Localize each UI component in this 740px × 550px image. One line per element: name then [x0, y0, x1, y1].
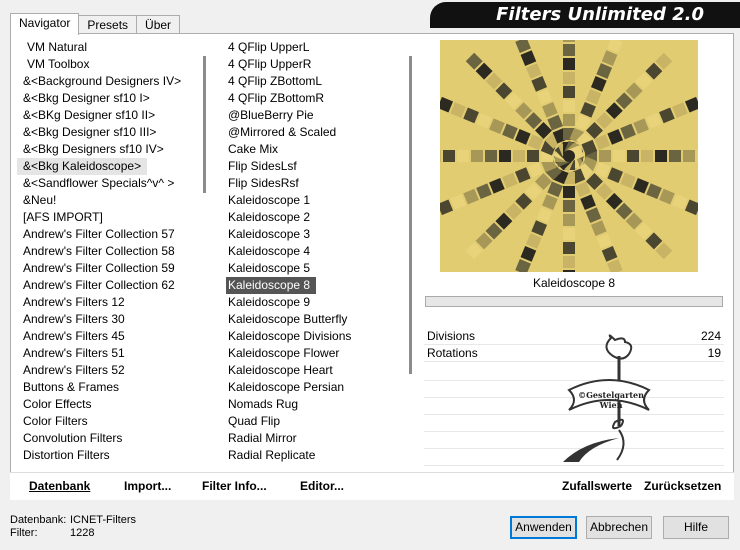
filter-item[interactable]: Flip SidesLsf: [222, 158, 407, 175]
filter-item[interactable]: @Mirrored & Scaled: [222, 124, 407, 141]
filter-item[interactable]: 4 QFlip ZBottomR: [222, 90, 407, 107]
filter-item[interactable]: Kaleidoscope 9: [222, 294, 407, 311]
filter-item[interactable]: Kaleidoscope 3: [222, 226, 407, 243]
category-item[interactable]: &Neu!: [17, 192, 197, 209]
category-item[interactable]: [AFS IMPORT]: [17, 209, 197, 226]
cancel-button[interactable]: Abbrechen: [586, 516, 652, 539]
filter-item[interactable]: Kaleidoscope Heart: [222, 362, 407, 379]
preview-image: [440, 40, 698, 272]
filter-item[interactable]: Kaleidoscope Divisions: [222, 328, 407, 345]
category-item[interactable]: Andrew's Filters 52: [17, 362, 197, 379]
tab-navigator[interactable]: Navigator: [10, 13, 80, 35]
filter-item[interactable]: Kaleidoscope 4: [222, 243, 407, 260]
param-name: Rotations: [427, 346, 478, 360]
db-value: ICNET-Filters: [70, 514, 136, 526]
filter-item[interactable]: Radial Replicate: [222, 447, 407, 464]
category-item[interactable]: Andrew's Filter Collection 62: [17, 277, 197, 294]
tab-presets[interactable]: Presets: [78, 15, 138, 35]
category-list[interactable]: VM Natural VM Toolbox &<Background Designe…: [17, 39, 197, 470]
category-item[interactable]: &<Sandflower Specials^v^ >: [17, 175, 197, 192]
status-footer: Datenbank: ICNET-Filters Filter: 1228: [10, 514, 136, 540]
preview-label: Kaleidoscope 8: [532, 276, 616, 290]
filter-item[interactable]: Kaleidoscope 1: [222, 192, 407, 209]
reset-button[interactable]: Zurücksetzen: [644, 479, 721, 493]
category-item[interactable]: Andrew's Filter Collection 57: [17, 226, 197, 243]
category-item[interactable]: &<Background Designers IV>: [17, 73, 197, 90]
filter-item[interactable]: Cake Mix: [222, 141, 407, 158]
filter-item[interactable]: Kaleidoscope Persian: [222, 379, 407, 396]
filter-item[interactable]: Nomads Rug: [222, 396, 407, 413]
filter-item[interactable]: Kaleidoscope 5: [222, 260, 407, 277]
filter-count-value: 1228: [70, 527, 95, 539]
kaleidoscope-preview: [440, 40, 698, 272]
filter-item[interactable]: Kaleidoscope Flower: [222, 345, 407, 362]
db-label: Datenbank:: [10, 514, 67, 526]
watermark-line2: Wien: [599, 400, 623, 410]
category-item[interactable]: Andrew's Filters 12: [17, 294, 197, 311]
category-item[interactable]: Andrew's Filter Collection 58: [17, 243, 197, 260]
datenbank-button[interactable]: Datenbank: [29, 479, 90, 493]
filter-item[interactable]: Kaleidoscope 2: [222, 209, 407, 226]
filter-count-label: Filter:: [10, 527, 38, 539]
category-item[interactable]: Buttons & Frames: [17, 379, 197, 396]
filter-item[interactable]: Flip SidesRsf: [222, 175, 407, 192]
category-item[interactable]: Andrew's Filter Collection 59: [17, 260, 197, 277]
tab-ueber[interactable]: Über: [136, 15, 181, 35]
param-name: Divisions: [427, 329, 476, 343]
filter-item[interactable]: Quad Flip: [222, 413, 407, 430]
param-value: 224: [700, 329, 721, 343]
category-item[interactable]: &<Bkg Designers sf10 IV>: [17, 141, 197, 158]
filter-item[interactable]: 4 QFlip UpperR: [222, 56, 407, 73]
import-button[interactable]: Import...: [124, 479, 171, 493]
category-item[interactable]: Distortion Filters: [17, 447, 197, 464]
category-item[interactable]: &<Bkg Designer sf10 I>: [17, 90, 197, 107]
category-item[interactable]: &<Bkg Kaleidoscope>: [17, 158, 148, 175]
category-item[interactable]: &<Bkg Designer sf10 III>: [17, 124, 197, 141]
apply-button[interactable]: Anwenden: [510, 516, 577, 539]
category-item[interactable]: Andrew's Filters 51: [17, 345, 197, 362]
app-title-banner: Filters Unlimited 2.0: [430, 2, 740, 28]
filter-list[interactable]: 4 QFlip UpperL 4 QFlip UpperR 4 QFlip ZBot…: [222, 39, 407, 470]
bottom-toolbar: Datenbank Import... Filter Info... Edito…: [10, 472, 734, 500]
filter-info-button[interactable]: Filter Info...: [202, 479, 267, 493]
watermark-logo: ©Gestelgarten Wien: [555, 330, 655, 468]
filter-item[interactable]: @BlueBerry Pie: [222, 107, 407, 124]
category-item[interactable]: Andrew's Filters 30: [17, 311, 197, 328]
watermark-line1: ©Gestelgarten: [578, 390, 644, 400]
filter-item[interactable]: Radial Mirror: [222, 430, 407, 447]
tab-strip: Navigator Presets Über: [10, 13, 181, 35]
category-item[interactable]: &<BKg Designer sf10 II>: [17, 107, 197, 124]
filter-item[interactable]: Kaleidoscope 8: [226, 277, 317, 294]
progress-bar: [425, 296, 723, 307]
category-item[interactable]: VM Natural: [17, 39, 197, 56]
filter-item[interactable]: Kaleidoscope Butterfly: [222, 311, 407, 328]
param-value: 19: [707, 346, 721, 360]
category-scrollbar[interactable]: [203, 56, 206, 193]
filter-item[interactable]: 4 QFlip UpperL: [222, 39, 407, 56]
category-item[interactable]: Color Effects: [17, 396, 197, 413]
filter-scrollbar[interactable]: [409, 56, 412, 374]
help-button[interactable]: Hilfe: [663, 516, 729, 539]
filter-item[interactable]: 4 QFlip ZBottomL: [222, 73, 407, 90]
category-item[interactable]: VM Toolbox: [17, 56, 197, 73]
randomize-button[interactable]: Zufallswerte: [562, 479, 632, 493]
category-item[interactable]: Color Filters: [17, 413, 197, 430]
editor-button[interactable]: Editor...: [300, 479, 344, 493]
category-item[interactable]: Andrew's Filters 45: [17, 328, 197, 345]
category-item[interactable]: Convolution Filters: [17, 430, 197, 447]
